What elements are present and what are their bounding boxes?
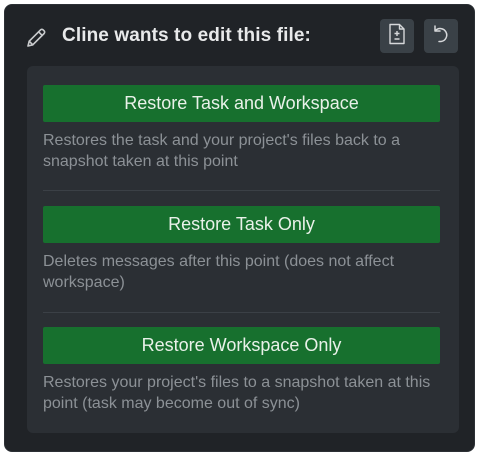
option-restore-task-and-workspace: Restore Task and Workspace Restores the … — [43, 85, 440, 172]
restore-checkpoint-button[interactable] — [424, 19, 458, 53]
panel-title: Cline wants to edit this file: — [62, 25, 311, 46]
restore-workspace-only-button[interactable]: Restore Workspace Only — [43, 327, 440, 364]
restore-task-and-workspace-button[interactable]: Restore Task and Workspace — [43, 85, 440, 122]
divider — [43, 190, 440, 191]
cline-edit-panel: Cline wants to edit this file: Restore T… — [4, 4, 475, 452]
option-restore-task-only: Restore Task Only Deletes messages after… — [43, 206, 440, 293]
divider — [43, 312, 440, 313]
restore-task-only-button[interactable]: Restore Task Only — [43, 206, 440, 243]
panel-header: Cline wants to edit this file: — [5, 5, 474, 67]
undo-arrow-icon — [432, 24, 450, 49]
view-diff-button[interactable] — [380, 19, 414, 53]
option-description: Deletes messages after this point (does … — [43, 253, 395, 291]
pencil-icon — [24, 26, 48, 50]
file-diff-icon — [387, 23, 407, 50]
option-description: Restores the task and your project's fil… — [43, 132, 401, 170]
option-description: Restores your project's files to a snaps… — [43, 374, 431, 412]
restore-options-popover: Restore Task and Workspace Restores the … — [27, 66, 459, 433]
option-restore-workspace-only: Restore Workspace Only Restores your pro… — [43, 327, 440, 414]
